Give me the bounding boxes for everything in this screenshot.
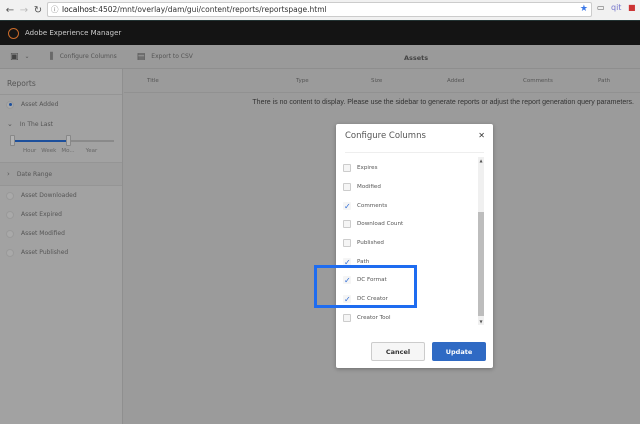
chevron-right-icon: ›	[7, 170, 10, 178]
column-option[interactable]: Download Count	[343, 215, 403, 234]
option-label: Creator Tool	[357, 314, 391, 321]
report-label: Asset Expired	[21, 211, 62, 218]
configure-columns-label: Configure Columns	[59, 53, 117, 60]
column-type[interactable]: Type	[296, 78, 309, 84]
chevron-down-icon: ⌄	[7, 120, 13, 128]
option-label: Comments	[357, 202, 388, 209]
update-button[interactable]: Update	[432, 342, 486, 361]
radio[interactable]	[6, 248, 14, 257]
section-label: In The Last	[19, 120, 53, 128]
export-icon: ▤	[136, 51, 146, 62]
checkbox[interactable]	[343, 313, 351, 322]
forward-icon[interactable]: →	[17, 5, 31, 16]
columns-icon: ⫼	[49, 51, 54, 62]
report-label: Asset Added	[21, 101, 59, 108]
cancel-button[interactable]: Cancel	[371, 342, 425, 361]
cast-icon[interactable]: ▭	[597, 3, 605, 12]
chevron-down-icon: ⌄	[24, 53, 30, 60]
column-comments[interactable]: Comments	[523, 78, 553, 84]
option-label: Published	[357, 240, 384, 247]
radio[interactable]	[6, 229, 14, 238]
aem-logo-icon	[8, 27, 19, 39]
sidebar-title: Reports	[0, 69, 122, 95]
column-option[interactable]: Published	[343, 234, 403, 253]
column-title[interactable]: Title	[147, 78, 159, 84]
app-header: Adobe Experience Manager	[0, 20, 640, 45]
browser-bar: ← → ↻ ⓘ localhost:4502/mnt/overlay/dam/gu…	[0, 0, 640, 20]
scroll-up-icon[interactable]: ▲	[478, 158, 484, 163]
highlight-box	[314, 265, 417, 308]
close-icon[interactable]: ✕	[478, 131, 485, 140]
option-label: Path	[357, 258, 370, 265]
bookmark-star-icon[interactable]: ★	[580, 3, 588, 16]
slider-fill	[12, 140, 68, 142]
slider-ticks: Hour Week Mo... Year	[0, 148, 122, 162]
checkbox[interactable]	[343, 164, 351, 173]
scrollbar[interactable]: ▲ ▼	[478, 157, 484, 325]
column-added[interactable]: Added	[447, 78, 465, 84]
url-path: :4502/mnt/overlay/dam/gui/content/report…	[95, 5, 327, 14]
sidebar: Reports Asset Added ⌄ In The Last Hour We…	[0, 69, 123, 424]
report-label: Asset Published	[21, 249, 69, 256]
report-label: Asset Downloaded	[21, 192, 77, 199]
toolbar: ▣ ⌄ ⫼ Configure Columns ▤ Export to CSV Ass…	[0, 45, 640, 69]
radio[interactable]	[6, 210, 14, 219]
address-bar[interactable]: ⓘ localhost:4502/mnt/overlay/dam/gui/cont…	[47, 2, 592, 17]
export-csv-button[interactable]: ▤ Export to CSV	[137, 52, 193, 62]
extension-icon[interactable]: qit	[611, 3, 621, 12]
report-asset-expired[interactable]: Asset Expired	[0, 205, 122, 224]
report-asset-published[interactable]: Asset Published	[0, 243, 122, 262]
slider-thumb-start[interactable]	[10, 135, 15, 146]
tick-label: Mo...	[61, 148, 75, 154]
view-menu-button[interactable]: ▣ ⌄	[10, 52, 30, 62]
export-csv-label: Export to CSV	[151, 53, 193, 60]
configure-columns-button[interactable]: ⫼ Configure Columns	[50, 52, 117, 62]
tick-label: Year	[85, 148, 98, 154]
column-option[interactable]: Modified	[343, 178, 403, 197]
radio[interactable]	[6, 191, 14, 200]
empty-message: There is no content to display. Please u…	[252, 99, 634, 106]
checkbox-checked[interactable]: ✓	[343, 201, 351, 210]
report-asset-added[interactable]: Asset Added	[0, 95, 122, 114]
report-icon: ▣	[10, 51, 19, 62]
table-header: Title Type Size Added Comments Path	[124, 69, 640, 93]
slider-thumb-end[interactable]	[66, 135, 71, 146]
dialog-title: Configure Columns	[345, 131, 426, 141]
tick-label: Hour	[23, 148, 37, 154]
app-title: Adobe Experience Manager	[25, 29, 122, 37]
report-asset-downloaded[interactable]: Asset Downloaded	[0, 186, 122, 205]
extension-red-icon[interactable]: ■	[628, 3, 636, 12]
option-label: Download Count	[357, 221, 404, 228]
configure-columns-dialog: Configure Columns ✕ Expires Modified ✓ Comm…	[336, 124, 493, 368]
radio-selected[interactable]	[6, 100, 14, 109]
column-size[interactable]: Size	[371, 78, 382, 84]
page-title: Assets	[404, 54, 429, 62]
column-option[interactable]: ✓ Comments	[343, 196, 403, 215]
reload-icon[interactable]: ↻	[31, 5, 45, 16]
checkbox[interactable]	[343, 239, 351, 248]
scroll-down-icon[interactable]: ▼	[478, 319, 484, 324]
info-icon: ⓘ	[51, 5, 59, 14]
divider	[345, 152, 484, 153]
time-range-slider[interactable]	[8, 134, 114, 148]
column-path[interactable]: Path	[598, 78, 610, 84]
tick-label: Week	[41, 148, 57, 154]
report-asset-modified[interactable]: Asset Modified	[0, 224, 122, 243]
checkbox[interactable]	[343, 183, 351, 192]
scrollbar-thumb[interactable]	[478, 212, 484, 316]
column-option[interactable]: Creator Tool	[343, 309, 403, 328]
report-label: Asset Modified	[21, 230, 65, 237]
url-host: localhost	[62, 5, 96, 14]
date-range-section[interactable]: › Date Range	[0, 162, 122, 186]
option-label: Modified	[357, 184, 381, 191]
back-icon[interactable]: ←	[3, 5, 17, 16]
option-label: Expires	[357, 165, 378, 172]
in-the-last-section[interactable]: ⌄ In The Last	[0, 114, 122, 134]
checkbox[interactable]	[343, 220, 351, 229]
column-option[interactable]: Expires	[343, 159, 403, 178]
section-label: Date Range	[16, 170, 53, 178]
